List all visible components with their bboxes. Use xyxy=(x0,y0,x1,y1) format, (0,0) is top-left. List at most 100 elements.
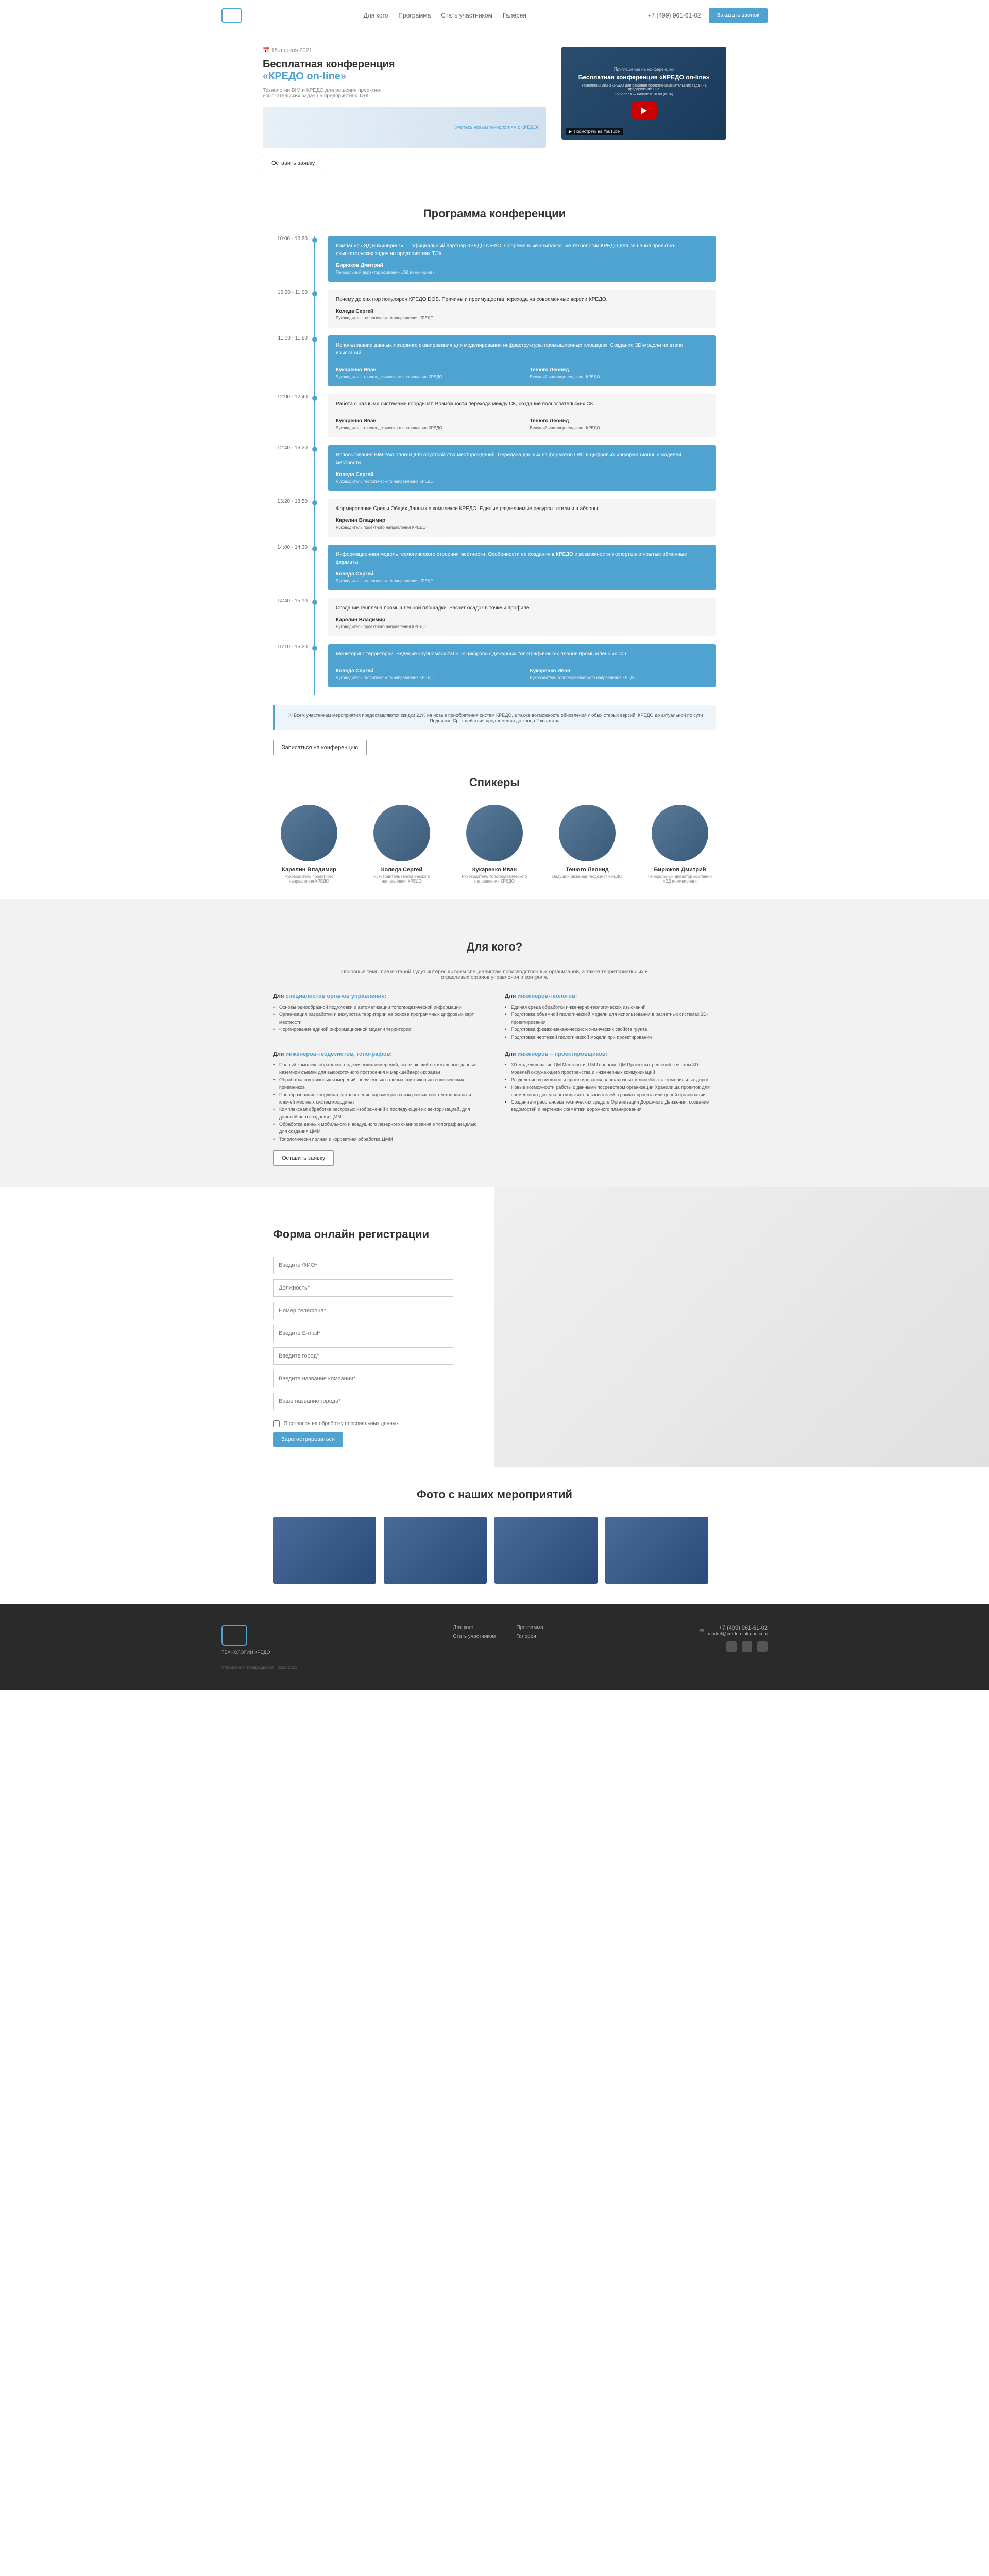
request-call-button[interactable]: Заказать звонок xyxy=(709,8,768,23)
avatar xyxy=(652,805,708,861)
schedule-time: 15:10 - 15:20 xyxy=(274,644,308,650)
audience-item: Новые возможности работы с данными посре… xyxy=(505,1083,716,1098)
header-phone[interactable]: +7 (499) 961-61-02 xyxy=(647,12,701,19)
phone-input[interactable] xyxy=(273,1302,453,1319)
leave-request-button[interactable]: Оставить заявку xyxy=(263,156,323,171)
mail-icon: ✉ xyxy=(699,1628,704,1634)
program-title: Программа конференции xyxy=(273,207,716,221)
speaker-role: Ведущий инженер-геодезист КРЕДО xyxy=(551,874,623,879)
audience-title: Для кого? xyxy=(273,940,716,954)
leave-request-button-2[interactable]: Оставить заявку xyxy=(273,1150,334,1166)
company-input[interactable] xyxy=(273,1370,453,1387)
city2-input[interactable] xyxy=(273,1393,453,1410)
timeline-dot-icon xyxy=(312,396,317,401)
footer-nav-signup[interactable]: Стать участником xyxy=(453,1634,496,1639)
speaker-role: Руководитель топогеодезического направле… xyxy=(458,874,531,884)
audience-item: Комплексная обработка растровых изображе… xyxy=(273,1106,484,1121)
schedule-time: 14:00 - 14:30 xyxy=(274,545,308,550)
nav-gallery[interactable]: Галерея xyxy=(503,12,526,19)
speaker-name: Коледа Сергей xyxy=(366,867,438,873)
speaker-name: Карелин Владимир xyxy=(273,867,345,873)
schedule-card: Использование данных лазерного сканирова… xyxy=(328,335,716,386)
speaker-role: Руководитель проектного направления КРЕД… xyxy=(273,874,345,884)
timeline-dot-icon xyxy=(312,500,317,505)
gallery-photo[interactable] xyxy=(384,1517,487,1584)
logo[interactable] xyxy=(221,8,242,23)
gallery-photo[interactable] xyxy=(494,1517,598,1584)
schedule-time: 11:10 - 11:50 xyxy=(274,335,308,341)
avatar xyxy=(281,805,337,861)
audience-block: Для специалистов органов управления:Осно… xyxy=(273,993,484,1041)
speaker-name: Кукаренко Иван xyxy=(458,867,531,873)
audience-item: Подготовка чертежей геологической модели… xyxy=(505,1033,716,1041)
audience-heading: Для инженеров – проектировщиков: xyxy=(505,1051,716,1057)
city-input[interactable] xyxy=(273,1347,453,1365)
audience-item: Формирование единой информационной модел… xyxy=(273,1026,484,1033)
play-icon xyxy=(631,101,657,120)
gallery-photo[interactable] xyxy=(605,1517,708,1584)
schedule-card: Компания «ЭД инжиниринг» — официальный п… xyxy=(328,236,716,282)
audience-item: Подготовка объемной геологической модели… xyxy=(505,1011,716,1026)
audience-item: 3D-моделирование ЦМ Местности, ЦМ Геолог… xyxy=(505,1061,716,1076)
speaker-card: Тенюго ЛеонидВедущий инженер-геодезист К… xyxy=(551,805,623,884)
schedule-item: 10:00 - 10:20Компания «ЭД инжиниринг» — … xyxy=(314,236,716,290)
audience-item: Подготовка физико-механических и химичес… xyxy=(505,1026,716,1033)
facebook-icon[interactable] xyxy=(726,1641,737,1652)
schedule-card: Формирование Среды Общих Данных в компле… xyxy=(328,499,716,537)
audience-heading: Для специалистов органов управления: xyxy=(273,993,484,999)
audience-item: Преобразование координат, установление п… xyxy=(273,1091,484,1106)
nav-for-whom[interactable]: Для кого xyxy=(364,12,388,19)
footer-logo[interactable] xyxy=(221,1625,247,1646)
speakers-title: Спикеры xyxy=(273,776,716,789)
event-date: 📅 15 апреля 2021 xyxy=(263,47,546,54)
gallery-photo[interactable] xyxy=(273,1517,376,1584)
schedule-card: Мониторинг территорий. Ведение крупномас… xyxy=(328,644,716,687)
vk-icon[interactable] xyxy=(757,1641,768,1652)
consent-checkbox[interactable] xyxy=(273,1420,280,1427)
speaker-role: Генеральный директор компании «ЭД инжини… xyxy=(644,874,716,884)
nav-program[interactable]: Программа xyxy=(398,12,431,19)
nav-signup[interactable]: Стать участником xyxy=(441,12,492,19)
audience-item: Организация разработки и дежурства терри… xyxy=(273,1011,484,1026)
footer-phone[interactable]: +7 (499) 961-61-02 xyxy=(708,1625,768,1631)
footer-nav-program[interactable]: Программа xyxy=(516,1625,543,1631)
form-bg-image xyxy=(494,1187,989,1467)
footer-nav-for-whom[interactable]: Для кого xyxy=(453,1625,496,1631)
speaker-card: Карелин ВладимирРуководитель проектного … xyxy=(273,805,345,884)
conference-signup-button[interactable]: Записаться на конференцию xyxy=(273,740,367,755)
footer-nav-gallery[interactable]: Галерея xyxy=(516,1634,543,1639)
schedule-item: 13:20 - 13:50Формирование Среды Общих Да… xyxy=(314,499,716,545)
schedule-time: 14:40 - 15:10 xyxy=(274,598,308,604)
footer-email[interactable]: market@credo-dialogue.com xyxy=(708,1631,768,1636)
hero-title: Бесплатная конференция «КРЕДО on-line» xyxy=(263,59,546,82)
site-header: Для кого Программа Стать участником Гале… xyxy=(0,0,989,31)
schedule-item: 12:00 - 12:40Работа с разными системами … xyxy=(314,394,716,445)
avatar xyxy=(466,805,523,861)
youtube-icon[interactable] xyxy=(742,1641,752,1652)
consent-row[interactable]: Я согласен на обработку персональных дан… xyxy=(273,1420,453,1427)
audience-block: Для инженеров-геологов:Единая среда обра… xyxy=(505,993,716,1041)
avatar xyxy=(373,805,430,861)
schedule-time: 10:00 - 10:20 xyxy=(274,236,308,242)
schedule-card: Информационная модель геологического стр… xyxy=(328,545,716,590)
audience-heading: Для инженеров-геологов: xyxy=(505,993,716,999)
schedule-card: Создание генплана промышленной площадки.… xyxy=(328,598,716,636)
audience-block: Для инженеров – проектировщиков: 3D-модел… xyxy=(505,1051,716,1143)
submit-button[interactable]: Зарегистрироваться xyxy=(273,1432,343,1447)
fio-input[interactable] xyxy=(273,1257,453,1274)
timeline-dot-icon xyxy=(312,447,317,452)
speaker-name: Бирюков Дмитрий xyxy=(644,867,716,873)
position-input[interactable] xyxy=(273,1279,453,1297)
video-preview[interactable]: Приглашение на конференцию Бесплатная ко… xyxy=(561,47,726,140)
site-footer: ТЕХНОЛОГИИ КРЕДО © Компания "Кредо-Диало… xyxy=(0,1604,989,1690)
schedule-item: 14:40 - 15:10Создание генплана промышлен… xyxy=(314,598,716,644)
audience-intro: Основные темы презентаций будут интересн… xyxy=(340,969,649,980)
schedule-time: 10:20 - 11:00 xyxy=(274,290,308,295)
main-nav: Для кого Программа Стать участником Гале… xyxy=(364,12,526,19)
email-input[interactable] xyxy=(273,1325,453,1342)
timeline-dot-icon xyxy=(312,646,317,651)
audience-item: Создание и расстановка технических средс… xyxy=(505,1098,716,1113)
registration-form: Я согласен на обработку персональных дан… xyxy=(273,1257,453,1447)
schedule-item: 11:10 - 11:50Использование данных лазерн… xyxy=(314,335,716,394)
speaker-card: Бирюков ДмитрийГенеральный директор комп… xyxy=(644,805,716,884)
